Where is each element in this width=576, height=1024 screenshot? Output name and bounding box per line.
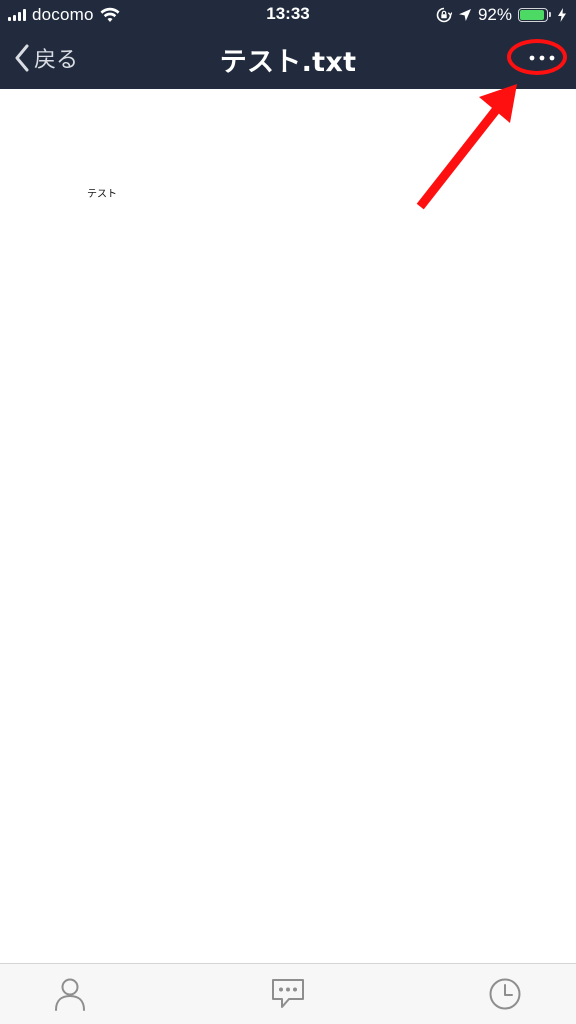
- back-label: 戻る: [34, 48, 79, 73]
- battery-icon: [518, 8, 551, 22]
- tab-profile[interactable]: [50, 974, 90, 1014]
- back-button[interactable]: 戻る: [14, 38, 78, 78]
- status-bar: docomo 13:33 92%: [0, 0, 576, 30]
- tab-bar: [0, 963, 576, 1024]
- location-icon: [458, 9, 471, 21]
- tab-history[interactable]: [485, 974, 525, 1014]
- more-dots-icon: [529, 55, 555, 61]
- chat-bubble-icon: [272, 979, 304, 1008]
- document-view: テスト: [0, 89, 576, 963]
- chevron-left-icon: [15, 44, 29, 72]
- navigation-bar: 戻る テスト.txt: [0, 30, 576, 89]
- rotation-lock-icon: [436, 7, 452, 23]
- document-content: テスト: [87, 189, 117, 200]
- clock-icon: [489, 978, 521, 1010]
- battery-fill: [520, 10, 544, 20]
- screen: docomo 13:33 92% 戻る テスト.txt テスト: [0, 0, 576, 1024]
- charging-icon: [558, 8, 566, 22]
- person-icon: [55, 978, 85, 1011]
- status-right: 92%: [436, 4, 566, 26]
- more-options-button[interactable]: [522, 38, 562, 78]
- battery-percent: 92%: [477, 5, 512, 24]
- top-bar: docomo 13:33 92% 戻る テスト.txt: [0, 0, 576, 89]
- tab-chat[interactable]: [268, 974, 308, 1014]
- page-title: テスト.txt: [219, 47, 357, 78]
